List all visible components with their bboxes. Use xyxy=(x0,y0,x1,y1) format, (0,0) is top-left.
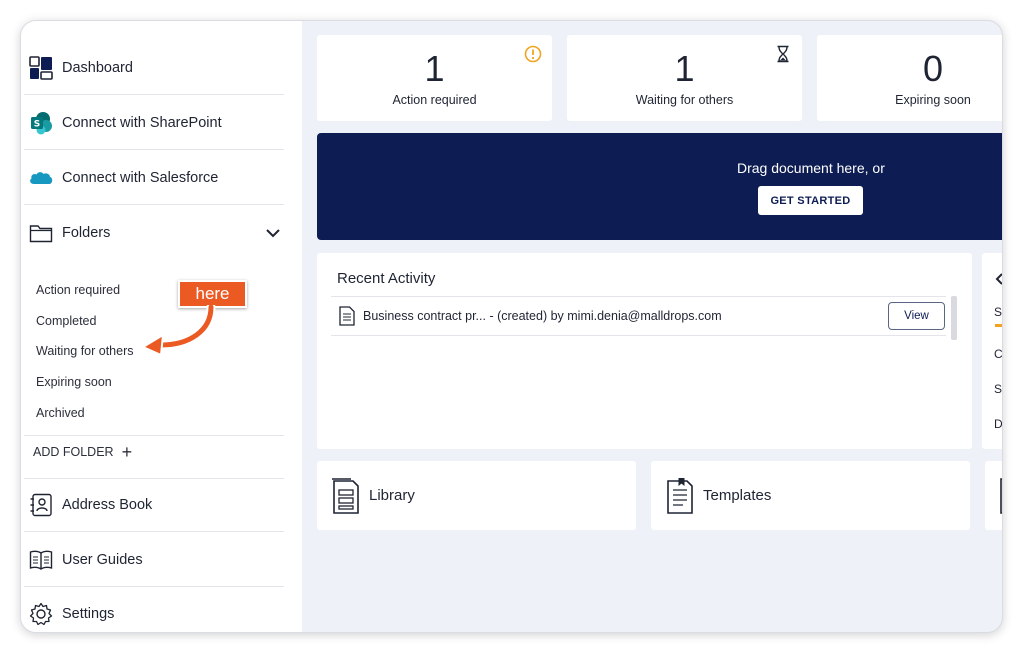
sidebar-item-user-guides[interactable]: User Guides xyxy=(24,533,284,587)
plus-icon: + xyxy=(121,442,133,462)
folder-list: Action required Completed Waiting for ot… xyxy=(36,275,134,428)
sidebar-item-sharepoint[interactable]: S Connect with SharePoint xyxy=(24,96,284,150)
sidebar: Dashboard S Connect with SharePoint Conn… xyxy=(21,21,302,632)
view-button[interactable]: View xyxy=(888,302,945,330)
sidebar-item-label: Connect with SharePoint xyxy=(62,114,222,131)
scrollbar[interactable] xyxy=(951,296,957,340)
stat-card-expiring-soon[interactable]: 0 Expiring soon xyxy=(817,35,1002,121)
tile-library[interactable]: Library xyxy=(317,461,636,530)
dashboard-icon xyxy=(28,55,54,81)
sidebar-item-label: Connect with Salesforce xyxy=(62,169,219,186)
side-panel-letter: D xyxy=(994,417,1003,431)
tile-templates[interactable]: Templates xyxy=(651,461,970,530)
upload-dropzone[interactable]: Drag document here, or GET STARTED xyxy=(317,133,1002,240)
folder-item-waiting-for-others[interactable]: Waiting for others xyxy=(36,336,134,367)
recent-activity-panel: Recent Activity Business contract pr... … xyxy=(317,253,972,449)
sidebar-item-dashboard[interactable]: Dashboard xyxy=(24,41,284,95)
recent-activity-title: Recent Activity xyxy=(337,270,436,287)
salesforce-icon xyxy=(28,165,54,191)
sidebar-item-label: Settings xyxy=(62,606,115,622)
app-window: Dashboard S Connect with SharePoint Conn… xyxy=(20,20,1003,633)
address-book-icon xyxy=(28,492,54,518)
sidebar-item-settings[interactable]: Settings xyxy=(24,587,284,632)
document-icon xyxy=(1000,478,1002,514)
annotation-here-badge: here xyxy=(178,280,247,308)
divider xyxy=(24,435,284,436)
tile-label: Library xyxy=(369,487,415,504)
stat-card-action-required[interactable]: 1 Action required xyxy=(317,35,552,121)
add-folder-label: ADD FOLDER xyxy=(33,445,114,459)
chevron-left-icon[interactable] xyxy=(995,273,1003,285)
add-folder-button[interactable]: ADD FOLDER + xyxy=(33,442,133,462)
sidebar-item-label: Dashboard xyxy=(62,59,133,76)
folder-item-completed[interactable]: Completed xyxy=(36,306,134,337)
side-panel-letter: S xyxy=(994,382,1003,396)
document-icon xyxy=(339,306,355,326)
stat-caption: Waiting for others xyxy=(635,93,734,107)
side-panel-letter: S xyxy=(994,305,1003,319)
stat-value: 0 xyxy=(922,48,944,89)
folder-icon xyxy=(28,220,54,246)
main-area: 1 Action required 1 Waiting for others 0… xyxy=(302,21,1002,632)
hourglass-icon xyxy=(774,45,792,63)
sidebar-item-salesforce[interactable]: Connect with Salesforce xyxy=(24,151,284,205)
svg-text:S: S xyxy=(34,119,40,129)
gear-icon xyxy=(28,601,54,627)
folder-item-expiring-soon[interactable]: Expiring soon xyxy=(36,367,134,398)
sharepoint-icon: S xyxy=(28,110,54,136)
activity-text: Business contract pr... - (created) by m… xyxy=(363,309,722,323)
stat-caption: Expiring soon xyxy=(895,93,971,107)
sidebar-item-address-book[interactable]: Address Book xyxy=(24,478,284,532)
chevron-down-icon[interactable] xyxy=(264,224,282,242)
templates-icon xyxy=(665,477,695,515)
sidebar-item-label: User Guides xyxy=(62,551,143,568)
sidebar-item-label: Address Book xyxy=(62,496,153,513)
side-panel-letter: C xyxy=(994,347,1003,361)
get-started-button[interactable]: GET STARTED xyxy=(758,186,863,215)
stat-caption: Action required xyxy=(392,93,477,107)
library-icon xyxy=(331,477,361,515)
stat-value: 1 xyxy=(674,48,695,89)
annotation-arrow-icon xyxy=(142,305,216,355)
progress-indicator xyxy=(995,324,1002,327)
warning-icon xyxy=(524,45,542,63)
sidebar-item-folders[interactable]: Folders xyxy=(24,206,284,260)
folder-item-archived[interactable]: Archived xyxy=(36,397,134,428)
activity-row[interactable]: Business contract pr... - (created) by m… xyxy=(331,296,946,336)
book-open-icon xyxy=(28,547,54,573)
upload-prompt: Drag document here, or xyxy=(737,160,885,176)
stat-card-waiting-for-others[interactable]: 1 Waiting for others xyxy=(567,35,802,121)
stat-value: 1 xyxy=(424,48,445,89)
tile-label: Templates xyxy=(703,487,772,504)
tile-partial[interactable] xyxy=(985,461,1002,530)
sidebar-item-label: Folders xyxy=(62,225,111,241)
side-panel-partial: S C S D xyxy=(982,253,1003,449)
folder-item-action-required[interactable]: Action required xyxy=(36,275,134,306)
